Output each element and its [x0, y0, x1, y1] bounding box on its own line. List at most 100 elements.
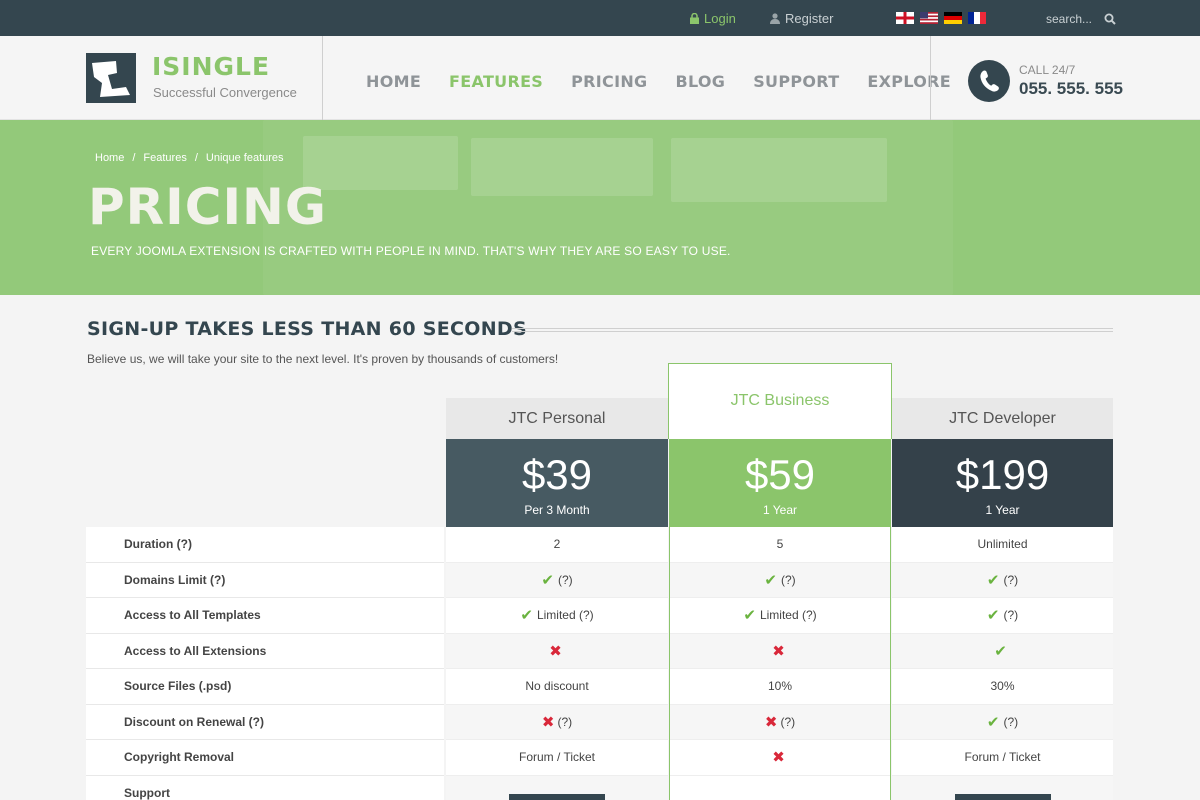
brand-tagline: Successful Convergence: [153, 85, 297, 100]
plan-business-price: $59 1 Year: [669, 439, 891, 527]
plan-cell: ✖ (?): [670, 704, 890, 740]
feature-label: Support: [86, 776, 444, 800]
breadcrumb: Home / Features / Unique features: [95, 152, 284, 164]
feature-label: Access to All Templates: [86, 598, 444, 634]
brand-name: ISINGLE: [152, 52, 271, 81]
nav-explore[interactable]: EXPLORE: [867, 72, 951, 91]
plan-cell: Forum / Ticket: [892, 740, 1113, 776]
cross-icon: ✖: [772, 749, 785, 767]
plan-cell: Forum / Ticket: [446, 740, 668, 776]
plan-cell-value: Forum / Ticket: [518, 750, 595, 765]
cross-icon: ✖: [549, 642, 562, 660]
nav-support[interactable]: SUPPORT: [753, 72, 839, 91]
price-period: Per 3 Month: [524, 503, 590, 517]
plan-developer-price: $199 1 Year: [892, 439, 1113, 527]
header-divider: [322, 36, 323, 120]
nav-pricing[interactable]: PRICING: [571, 72, 647, 91]
language-switcher: [896, 12, 986, 24]
user-icon: [770, 13, 780, 24]
search-icon[interactable]: [1104, 13, 1116, 25]
feature-label: Duration (?): [86, 527, 444, 563]
feature-label: Access to All Extensions: [86, 634, 444, 669]
sign-up-button[interactable]: [954, 793, 1051, 800]
plan-cell: ✔ (?): [446, 562, 668, 598]
logo[interactable]: [86, 53, 136, 103]
section-description: Believe us, we will take your site to th…: [87, 352, 559, 366]
france-flag-icon[interactable]: [968, 12, 986, 24]
plan-developer-column: Unlimited ✔ (?) ✔ (?) ✔ 30% ✔ (?) Forum / Ticket: [892, 527, 1113, 800]
page-hero: Home / Features / Unique features PRICING EV…: [0, 120, 1200, 295]
plan-cell-value: 5: [776, 537, 784, 552]
phone-number[interactable]: 055. 555. 555: [1019, 79, 1123, 99]
check-icon: ✔: [986, 607, 1000, 625]
plan-cell: ✖ (?): [446, 704, 668, 740]
plan-business-column: 5 ✔ (?) ✔ Limited (?) ✖ 10% ✖ (?) ✖: [669, 527, 891, 800]
breadcrumb-current: Unique features: [205, 152, 284, 164]
header-divider: [930, 36, 931, 120]
call-label: CALL 24/7: [1019, 63, 1076, 77]
nav-features[interactable]: FEATURES: [449, 72, 543, 91]
plan-cell: 10%: [670, 669, 890, 705]
search-input[interactable]: search...: [1046, 12, 1092, 26]
england-flag-icon[interactable]: [896, 12, 914, 24]
breadcrumb-home[interactable]: Home: [95, 152, 124, 164]
check-icon: ✔: [986, 713, 1000, 731]
feature-list: Duration (?) Domains Limit (?) Access to…: [86, 527, 444, 800]
plan-cell-value: (?): [780, 714, 796, 729]
plan-cell-value: No discount: [525, 679, 589, 694]
section-title: SIGN-UP TAKES LESS THAN 60 SECONDS: [87, 318, 527, 340]
lock-icon: [690, 12, 699, 24]
plan-cell-value: 30%: [990, 679, 1015, 694]
germany-flag-icon[interactable]: [944, 12, 962, 24]
main-nav: HOME FEATURES PRICING BLOG SUPPORT EXPLO…: [366, 72, 979, 91]
plan-cell: ✖: [446, 633, 668, 669]
nav-home[interactable]: HOME: [366, 72, 421, 91]
breadcrumb-features[interactable]: Features: [143, 152, 186, 164]
price-amount: $39: [521, 451, 593, 498]
plan-cell-value: 10%: [767, 679, 793, 694]
plan-cell: ✔ (?): [892, 562, 1113, 598]
login-link[interactable]: Login: [690, 11, 736, 27]
feature-label: Domains Limit (?): [86, 563, 444, 598]
plan-cell: 2: [446, 527, 668, 563]
cross-icon: ✖: [772, 642, 785, 660]
plan-cell-value: Limited (?): [759, 608, 817, 623]
plan-cell: ✔: [892, 633, 1113, 669]
cross-icon: ✖: [541, 713, 555, 731]
section-divider: [512, 328, 1113, 332]
price-period: 1 Year: [985, 503, 1020, 517]
nav-blog[interactable]: BLOG: [675, 72, 725, 91]
check-icon: ✔: [520, 607, 533, 625]
plan-cell: ✖: [670, 740, 890, 776]
plan-support-cell: [446, 775, 668, 800]
plan-cell: ✔ Limited (?): [670, 598, 890, 634]
sign-up-button[interactable]: [509, 793, 605, 800]
check-icon: ✔: [541, 571, 554, 589]
plan-support-cell: [892, 775, 1113, 800]
plan-personal-column: 2 ✔ (?) ✔ Limited (?) ✖ No discount ✖ (?) Forum /…: [446, 527, 668, 800]
plan-cell-value: Limited (?): [536, 608, 594, 623]
check-icon: ✔: [764, 571, 777, 589]
login-label: Login: [704, 11, 736, 26]
phone-icon: [968, 60, 1010, 102]
plan-personal-name: JTC Personal: [446, 398, 668, 439]
plan-cell: Unlimited: [892, 527, 1113, 563]
plan-developer-name: JTC Developer: [892, 398, 1113, 439]
feature-label: Copyright Removal: [86, 740, 444, 776]
check-icon: ✔: [743, 607, 756, 625]
plan-cell-value: (?): [1003, 608, 1019, 623]
plan-cell: ✔ (?): [670, 562, 890, 598]
logo-hammer-icon: [92, 61, 130, 97]
register-link[interactable]: Register: [770, 11, 833, 27]
plan-cell: ✖: [670, 633, 890, 669]
plan-cell-value: Unlimited: [977, 537, 1028, 552]
plan-personal-price: $39 Per 3 Month: [446, 439, 668, 527]
handset-icon: [980, 70, 999, 92]
plan-cell-value: 2: [553, 537, 561, 552]
plan-cell-value: (?): [557, 714, 573, 729]
plan-cell: 30%: [892, 669, 1113, 705]
plan-cell: No discount: [446, 669, 668, 705]
page-title: PRICING: [88, 178, 327, 236]
usa-flag-icon[interactable]: [920, 12, 938, 24]
plan-cell: ✔ (?): [892, 598, 1113, 634]
